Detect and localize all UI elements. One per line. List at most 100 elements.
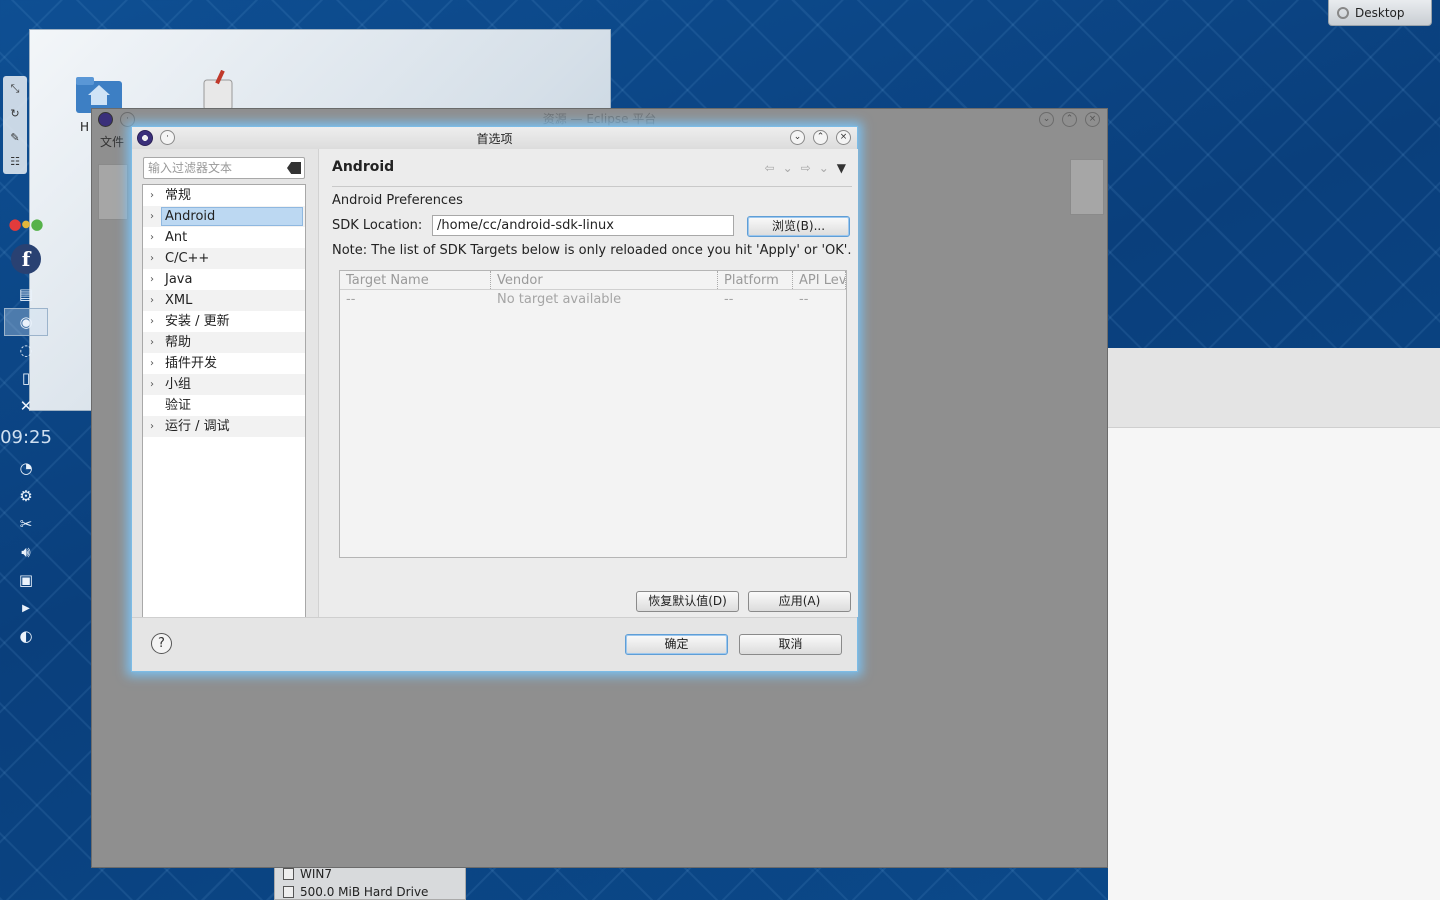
expand-arrow-icon[interactable]: › xyxy=(143,421,161,432)
small-dot-icon[interactable]: ◌ xyxy=(4,336,48,364)
tree-item-label: 帮助 xyxy=(165,335,192,350)
expand-arrow-icon[interactable]: › xyxy=(143,253,161,264)
column-header-target-name[interactable]: Target Name xyxy=(340,271,491,289)
forward-icon[interactable]: ⇨ xyxy=(801,161,811,175)
clock[interactable]: 09:25 xyxy=(0,420,52,454)
column-header-api-level[interactable]: API Lev xyxy=(793,271,846,289)
tree-item-label: Android xyxy=(161,207,303,226)
calendar-task-icon[interactable]: ▤ xyxy=(4,280,48,308)
maximize-icon[interactable]: ⌃ xyxy=(1062,112,1077,127)
back-dropdown-icon[interactable]: ⌄ xyxy=(783,161,793,175)
minimize-icon[interactable]: ⌄ xyxy=(1039,112,1054,127)
eclipse-task-icon[interactable]: ◉ xyxy=(4,308,48,336)
close-icon[interactable]: × xyxy=(1085,112,1100,127)
fedora-menu-icon[interactable]: f xyxy=(4,238,48,280)
sdk-location-field[interactable]: /home/cc/android-sdk-linux xyxy=(432,215,734,236)
dialog-title: 首选项 xyxy=(476,131,513,146)
background-window-header xyxy=(1108,348,1440,428)
left-panel: ● ● ● f ▤ ◉ ◌ ▯ ✕ 09:25 ◔ ⚙ ✂ 🔊︎ ▣ ▶ ◐ xyxy=(0,210,52,688)
tree-item-label: 安装 / 更新 xyxy=(165,314,230,329)
window-dots-icon[interactable]: ● ● ● xyxy=(4,210,48,238)
system-settings-icon[interactable]: ⚙ xyxy=(4,482,48,510)
background-window xyxy=(1108,348,1440,900)
settings-icon[interactable]: ☷ xyxy=(10,155,20,168)
resize-icon[interactable]: ⤡ xyxy=(11,82,20,96)
tree-item[interactable]: › Android xyxy=(143,206,305,227)
sdk-targets-table[interactable]: Target Name Vendor Platform API Lev -- N… xyxy=(339,270,847,558)
network-icon[interactable]: ◔ xyxy=(4,454,48,482)
cashew-icon[interactable]: ◐ xyxy=(4,622,48,650)
minimize-icon[interactable]: ⌄ xyxy=(790,130,805,145)
tree-item[interactable]: › 常规 xyxy=(143,185,305,206)
ok-button[interactable]: 确定 xyxy=(625,634,728,655)
expand-arrow-icon[interactable]: › xyxy=(143,211,161,222)
tree-item[interactable]: › XML xyxy=(143,290,305,311)
tree-item[interactable]: › Ant xyxy=(143,227,305,248)
drive-icon xyxy=(283,886,294,898)
tree-item[interactable]: › C/C++ xyxy=(143,248,305,269)
page-navigation: ⇦ ⌄ ⇨ ⌄ ▼ xyxy=(765,161,846,175)
dialog-separator xyxy=(132,617,857,618)
widget-toolbox: ⤡ ↻ ✎ ☷ xyxy=(3,76,27,174)
cancel-button[interactable]: 取消 xyxy=(739,634,842,655)
column-header-vendor[interactable]: Vendor xyxy=(491,271,718,289)
tree-item-label: Ant xyxy=(165,230,188,245)
drive-icon xyxy=(283,868,294,880)
expand-arrow-icon[interactable]: ▶ xyxy=(4,594,48,622)
section-label: Android Preferences xyxy=(332,193,463,208)
expand-arrow-icon[interactable]: › xyxy=(143,316,161,327)
tree-item[interactable]: › 插件开发 xyxy=(143,353,305,374)
filter-input[interactable]: 输入过滤器文本 xyxy=(143,157,305,179)
clear-filter-icon[interactable] xyxy=(287,162,301,174)
left-minimized-stack[interactable] xyxy=(98,164,128,220)
title-separator xyxy=(332,186,852,187)
tree-item[interactable]: › 小组 xyxy=(143,374,305,395)
browse-button[interactable]: 浏览(B)... xyxy=(747,216,850,237)
expand-arrow-icon[interactable]: › xyxy=(143,379,161,390)
document-icon[interactable]: ▯ xyxy=(4,364,48,392)
apply-button[interactable]: 应用(A) xyxy=(748,591,851,612)
tree-item[interactable]: 验证 xyxy=(143,395,305,416)
forward-dropdown-icon[interactable]: ⌄ xyxy=(819,161,829,175)
expand-arrow-icon[interactable]: › xyxy=(143,295,161,306)
back-icon[interactable]: ⇦ xyxy=(765,161,775,175)
expand-arrow-icon[interactable]: › xyxy=(143,337,161,348)
expand-arrow-icon[interactable]: › xyxy=(143,190,161,201)
table-cell: -- xyxy=(724,292,734,307)
device-item[interactable]: 500.0 MiB Hard Drive xyxy=(275,883,465,900)
trash-icon[interactable] xyxy=(200,70,236,112)
page-title: Android xyxy=(332,159,395,175)
maximize-icon[interactable]: ⌃ xyxy=(813,130,828,145)
window-menu-icon[interactable]: · xyxy=(160,130,175,145)
desktop-activity-button[interactable]: Desktop xyxy=(1328,0,1432,26)
table-header: Target Name Vendor Platform API Lev xyxy=(340,271,846,290)
tree-item[interactable]: › Java xyxy=(143,269,305,290)
restore-defaults-button[interactable]: 恢复默认值(D) xyxy=(636,591,739,612)
expand-arrow-icon[interactable]: › xyxy=(143,274,161,285)
help-icon[interactable]: ? xyxy=(151,633,172,654)
note-label: Note: The list of SDK Targets below is o… xyxy=(332,243,852,258)
tools-icon[interactable]: ✕ xyxy=(4,392,48,420)
device-notifier: WIN7 500.0 MiB Hard Drive xyxy=(274,864,466,900)
tree-item[interactable]: › 安装 / 更新 xyxy=(143,311,305,332)
right-minimized-stack[interactable] xyxy=(1070,159,1104,215)
column-header-platform[interactable]: Platform xyxy=(718,271,793,289)
device-label: 500.0 MiB Hard Drive xyxy=(300,885,429,899)
preferences-dialog: · 首选项 ⌄ ⌃ × 输入过滤器文本 › 常规 › Android › Ant › C/C+… xyxy=(131,126,858,672)
view-menu-icon[interactable]: ▼ xyxy=(837,161,846,175)
volume-icon[interactable]: 🔊︎ xyxy=(4,538,48,566)
preferences-tree: › 常规 › Android › Ant › C/C++ › Java › XML › 安装 / 更新 › 帮… xyxy=(142,184,306,618)
tree-item[interactable]: › 运行 / 调试 xyxy=(143,416,305,437)
close-icon[interactable]: × xyxy=(836,130,851,145)
tree-item[interactable]: › 帮助 xyxy=(143,332,305,353)
expand-arrow-icon[interactable]: › xyxy=(143,232,161,243)
wrench-icon[interactable]: ✎ xyxy=(10,131,19,144)
menu-file[interactable]: 文件 xyxy=(100,133,124,150)
device-label: WIN7 xyxy=(300,867,333,881)
table-row[interactable]: -- No target available -- -- xyxy=(340,290,846,310)
dialog-titlebar[interactable]: · 首选项 ⌄ ⌃ × xyxy=(132,127,857,149)
rotate-icon[interactable]: ↻ xyxy=(10,107,19,120)
printer-icon[interactable]: ▣ xyxy=(4,566,48,594)
expand-arrow-icon[interactable]: › xyxy=(143,358,161,369)
scissors-icon[interactable]: ✂ xyxy=(4,510,48,538)
